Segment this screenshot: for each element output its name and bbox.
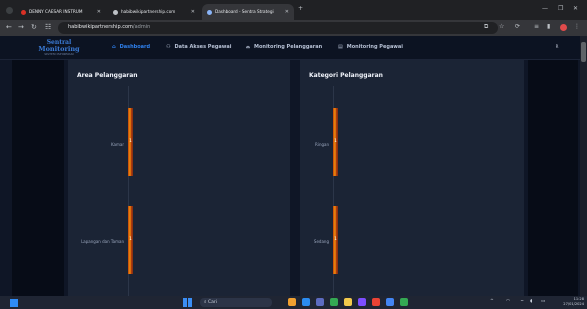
taskbar-app-icon[interactable] (358, 298, 366, 306)
reload-icon[interactable]: ↻ (31, 23, 37, 31)
nav-monitoring-pegawai[interactable]: ▤ Monitoring Pegawai (338, 44, 403, 50)
sidepanel-icon[interactable]: ▮ (547, 23, 550, 30)
chart-data-label: 1 (129, 236, 132, 241)
chart-category-label: Kamar (111, 142, 124, 147)
tab-close-icon[interactable]: ✕ (97, 4, 101, 20)
chart-data-label: 1 (129, 138, 132, 143)
bookmark-star-icon[interactable]: ☆ (499, 23, 504, 30)
forward-icon[interactable]: → (18, 23, 24, 31)
nav-monitoring-pelanggaran[interactable]: ⌓ Monitoring Pelanggaran (246, 44, 322, 50)
tab-favicon-icon (207, 9, 212, 15)
nav-label: Dashboard (119, 44, 151, 50)
tab-close-icon[interactable]: ✕ (285, 4, 289, 20)
volume-icon[interactable]: ◖ (530, 299, 532, 304)
network-icon[interactable]: ◠ (506, 299, 510, 304)
menu-kebab-icon[interactable]: ⋮ (574, 23, 580, 30)
tab-label: Dashboard - Sentra Strategi (215, 9, 274, 14)
taskbar-app-icon[interactable] (330, 298, 338, 306)
minimize-icon[interactable]: — (542, 5, 548, 12)
chart-category-label: Sedang (313, 239, 329, 244)
area-pelanggaran-panel (68, 60, 290, 296)
nav-dashboard[interactable]: ⌂ Dashboard (112, 44, 150, 50)
logo-line-2: Monitoring (38, 45, 80, 53)
taskbar-app-icon[interactable] (372, 298, 380, 306)
tray-chevron-icon[interactable]: ^ (490, 299, 494, 304)
nav-label: Data Akses Pegawai (174, 44, 232, 50)
home-icon: ⌂ (112, 44, 116, 50)
taskbar-clock[interactable]: 11:28 27/01/2024 (558, 297, 584, 307)
taskbar-app-icon[interactable] (316, 298, 324, 306)
taskbar-search-label: Cari (207, 300, 217, 305)
left-gutter (12, 60, 64, 296)
extensions-icon[interactable]: ⟳ (515, 23, 520, 30)
new-tab-button[interactable]: + (298, 5, 303, 12)
taskbar-app-icon[interactable] (400, 298, 408, 306)
tab-close-icon[interactable]: ✕ (191, 4, 195, 20)
browser-tab-2[interactable]: habibwikipartnership.com ✕ (108, 4, 200, 20)
wifi-icon[interactable]: ⌔ (520, 299, 524, 305)
battery-icon[interactable]: ▭ (541, 299, 545, 304)
browser-tab-3[interactable]: Dashboard - Sentra Strategi ✕ (202, 4, 294, 20)
url-path: /admin (132, 24, 151, 30)
close-window-icon[interactable]: ✕ (573, 5, 578, 12)
taskbar-app-icon[interactable] (302, 298, 310, 306)
nav-data-akses-pegawai[interactable]: ⚇ Data Akses Pegawai (166, 44, 232, 50)
page-scrollbar[interactable] (580, 36, 587, 296)
tab-label: habibwikipartnership.com (121, 9, 176, 14)
url-host: habibwikipartnership.com (68, 24, 133, 30)
back-icon[interactable]: ← (6, 23, 12, 31)
panel-title: Area Pelanggaran (77, 72, 138, 79)
nav-label: Monitoring Pelanggaran (253, 44, 323, 50)
taskbar-app-icon[interactable] (288, 298, 296, 306)
maximize-icon[interactable]: ❐ (558, 5, 563, 12)
tab-favicon-icon (113, 9, 118, 15)
taskbar-app-icon[interactable] (386, 298, 394, 306)
windows-start-icon[interactable] (183, 298, 192, 307)
site-info-icon[interactable]: ☷ (45, 23, 51, 31)
tab-search-icon[interactable] (6, 7, 13, 14)
monitor-icon: ⌓ (246, 44, 250, 50)
chart-data-label: 1 (334, 138, 337, 143)
right-gutter (528, 60, 578, 296)
scrollbar-thumb[interactable] (581, 42, 586, 62)
url-text: habibwikipartnership.com/admin (68, 24, 150, 30)
profile-icon[interactable] (560, 24, 567, 31)
list-icon: ▤ (338, 44, 343, 50)
chart-category-label: Ringan (315, 142, 329, 147)
chart-data-label: 1 (334, 236, 337, 241)
panel-title: Kategori Pelanggaran (309, 72, 383, 79)
tab-favicon-icon (21, 9, 26, 15)
users-icon: ⚇ (166, 44, 171, 50)
translate-icon[interactable]: ⧉ (484, 23, 488, 31)
nav-label: Monitoring Pegawai (346, 44, 404, 50)
app-logo[interactable]: Sentral Monitoring SISTEM INFORMASI (26, 39, 92, 57)
taskbar-app-icon[interactable] (344, 298, 352, 306)
logo-line-3: SISTEM INFORMASI (44, 53, 74, 56)
browser-tab-1[interactable]: DENNY CAESAR INSTRUM ✕ (16, 4, 106, 20)
clock-date: 27/01/2024 (563, 302, 584, 306)
user-avatar[interactable]: R (552, 42, 562, 52)
reading-list-icon[interactable]: ≡ (534, 23, 539, 30)
chart-category-label: Lapangan dan Taman (81, 239, 124, 244)
taskbar-search[interactable]: ⌕ Cari (200, 298, 272, 307)
start-menu-icon[interactable] (10, 299, 18, 307)
tab-label: DENNY CAESAR INSTRUM (29, 9, 83, 14)
